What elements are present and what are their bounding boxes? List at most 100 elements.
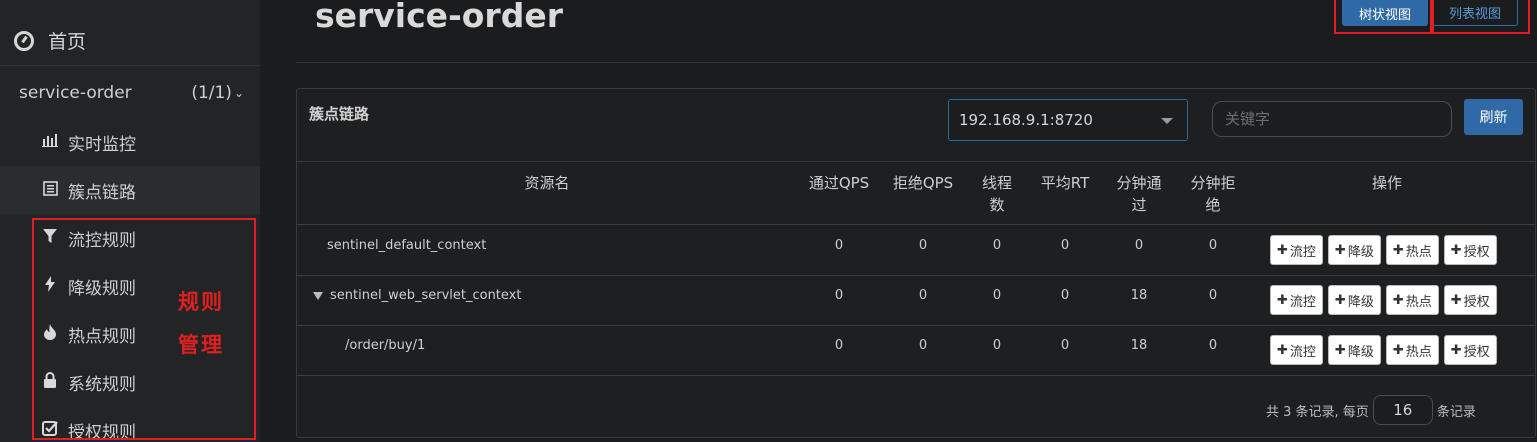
row-operations: ✚ 流控 ✚ 降级 ✚ 热点 ✚ 授权 bbox=[1270, 285, 1497, 315]
sidebar-item-realtime-monitor[interactable]: 实时监控 bbox=[0, 118, 260, 166]
plus-icon: ✚ bbox=[1450, 342, 1462, 358]
block-qps: 0 bbox=[918, 338, 928, 353]
pager-suffix: 条记录 bbox=[1436, 404, 1476, 420]
minute-block: 0 bbox=[1208, 338, 1218, 353]
minute-pass: 18 bbox=[1130, 288, 1148, 303]
col-operations: 操作 bbox=[1371, 174, 1402, 192]
op-label: 流控 bbox=[1289, 244, 1316, 260]
op-label: 降级 bbox=[1347, 244, 1374, 260]
add-hotspot-rule-button[interactable]: ✚ 热点 bbox=[1385, 335, 1439, 365]
refresh-button[interactable]: 刷新 bbox=[1464, 99, 1523, 135]
plus-icon: ✚ bbox=[1450, 292, 1462, 308]
minute-block: 0 bbox=[1208, 238, 1218, 253]
add-degrade-rule-button[interactable]: ✚ 降级 bbox=[1327, 335, 1381, 365]
minute-block: 0 bbox=[1208, 288, 1218, 303]
sidebar: 首页 service-order (1/1) ⌄ 实时监控 簇点链路 流控规则 bbox=[0, 0, 260, 442]
table-row: sentinel_default_context 0 0 0 0 0 0 ✚ 流控… bbox=[297, 226, 1535, 276]
plus-icon: ✚ bbox=[1392, 242, 1404, 258]
caret-down-icon[interactable] bbox=[313, 291, 323, 300]
col-block-qps: 拒绝QPS bbox=[892, 174, 954, 192]
op-label: 降级 bbox=[1347, 294, 1374, 310]
op-label: 授权 bbox=[1463, 244, 1490, 260]
avg-rt: 0 bbox=[1060, 238, 1070, 253]
pass-qps: 0 bbox=[834, 238, 844, 253]
chevron-down-icon: ⌄ bbox=[233, 86, 244, 100]
add-flow-rule-button[interactable]: ✚ 流控 bbox=[1270, 285, 1323, 315]
sidebar-app-service-order[interactable]: service-order (1/1) ⌄ bbox=[0, 70, 260, 116]
col-minute-block: 分钟拒绝 bbox=[1190, 174, 1236, 214]
machine-select[interactable]: 192.168.9.1:8720 bbox=[948, 99, 1188, 141]
resource-name: /order/buy/1 bbox=[345, 338, 426, 353]
plus-icon: ✚ bbox=[1392, 292, 1404, 308]
op-label: 授权 bbox=[1463, 344, 1490, 360]
dashboard-icon bbox=[14, 30, 34, 51]
machine-select-value: 192.168.9.1:8720 bbox=[959, 111, 1093, 129]
plus-icon: ✚ bbox=[1450, 242, 1462, 258]
avg-rt: 0 bbox=[1060, 288, 1070, 303]
pagination: 共 3 条记录, 每页 16 条记录 bbox=[1266, 395, 1476, 425]
plus-icon: ✚ bbox=[1277, 242, 1288, 258]
keyword-search-input[interactable] bbox=[1212, 101, 1452, 137]
row-operations: ✚ 流控 ✚ 降级 ✚ 热点 ✚ 授权 bbox=[1270, 235, 1497, 265]
panel-title: 簇点链路 bbox=[309, 105, 370, 123]
add-hotspot-rule-button[interactable]: ✚ 热点 bbox=[1385, 235, 1439, 265]
add-degrade-rule-button[interactable]: ✚ 降级 bbox=[1327, 235, 1381, 265]
resource-name: sentinel_web_servlet_context bbox=[313, 288, 521, 303]
plus-icon: ✚ bbox=[1334, 342, 1346, 358]
table-row: sentinel_web_servlet_context 0 0 0 0 18 … bbox=[297, 276, 1535, 326]
block-qps: 0 bbox=[918, 238, 928, 253]
resource-name-text: sentinel_web_servlet_context bbox=[330, 288, 522, 303]
plus-icon: ✚ bbox=[1334, 292, 1346, 308]
table-header: 资源名 通过QPS 拒绝QPS 线程数 平均RT 分钟通过 分钟拒绝 操作 bbox=[297, 161, 1535, 225]
threads: 0 bbox=[992, 238, 1002, 253]
op-label: 流控 bbox=[1289, 344, 1316, 360]
pager-prefix: 共 3 条记录, 每页 bbox=[1266, 404, 1369, 420]
add-authority-rule-button[interactable]: ✚ 授权 bbox=[1443, 335, 1497, 365]
resource-name: sentinel_default_context bbox=[327, 238, 487, 253]
threads: 0 bbox=[992, 338, 1002, 353]
app-name: service-order bbox=[19, 83, 132, 103]
page-size-input[interactable]: 16 bbox=[1372, 395, 1433, 425]
col-resource-name: 资源名 bbox=[524, 174, 570, 192]
sidebar-item-label: 簇点链路 bbox=[68, 182, 136, 203]
page-title: service-order bbox=[315, 0, 563, 35]
plus-icon: ✚ bbox=[1277, 342, 1288, 358]
sidebar-item-label: 实时监控 bbox=[68, 134, 136, 155]
add-authority-rule-button[interactable]: ✚ 授权 bbox=[1443, 235, 1497, 265]
table-row: /order/buy/1 0 0 0 0 18 0 ✚ 流控 ✚ 降级 ✚ 热点 ✚ 授… bbox=[297, 326, 1535, 376]
list-icon bbox=[40, 180, 60, 200]
row-operations: ✚ 流控 ✚ 降级 ✚ 热点 ✚ 授权 bbox=[1270, 335, 1497, 365]
cluster-point-panel: 簇点链路 192.168.9.1:8720 刷新 资源名 通过QPS 拒绝QPS… bbox=[296, 88, 1536, 438]
app-instance-count: (1/1) bbox=[191, 83, 232, 103]
add-flow-rule-button[interactable]: ✚ 流控 bbox=[1270, 235, 1323, 265]
title-divider bbox=[296, 62, 1537, 63]
pass-qps: 0 bbox=[834, 288, 844, 303]
tree-view-highlight-box bbox=[1334, 0, 1432, 34]
add-flow-rule-button[interactable]: ✚ 流控 bbox=[1270, 335, 1323, 365]
col-pass-qps: 通过QPS bbox=[808, 174, 870, 192]
plus-icon: ✚ bbox=[1277, 292, 1288, 308]
op-label: 降级 bbox=[1347, 344, 1374, 360]
sidebar-home[interactable]: 首页 bbox=[0, 16, 260, 66]
sidebar-item-cluster-point-link[interactable]: 簇点链路 bbox=[0, 166, 260, 214]
minute-pass: 18 bbox=[1130, 338, 1148, 353]
plus-icon: ✚ bbox=[1392, 342, 1404, 358]
add-authority-rule-button[interactable]: ✚ 授权 bbox=[1443, 285, 1497, 315]
add-hotspot-rule-button[interactable]: ✚ 热点 bbox=[1385, 285, 1439, 315]
op-label: 热点 bbox=[1405, 294, 1432, 310]
col-minute-pass: 分钟通过 bbox=[1116, 174, 1162, 214]
caret-down-icon bbox=[1161, 118, 1173, 124]
col-avg-rt: 平均RT bbox=[1040, 174, 1090, 192]
op-label: 授权 bbox=[1463, 294, 1490, 310]
op-label: 热点 bbox=[1405, 344, 1432, 360]
block-qps: 0 bbox=[918, 288, 928, 303]
bar-chart-icon bbox=[40, 133, 60, 151]
rules-annotation-line2: 管理 bbox=[178, 333, 224, 357]
col-threads: 线程数 bbox=[981, 174, 1012, 214]
add-degrade-rule-button[interactable]: ✚ 降级 bbox=[1327, 285, 1381, 315]
plus-icon: ✚ bbox=[1334, 242, 1346, 258]
sidebar-home-label: 首页 bbox=[48, 31, 87, 53]
app-root: 首页 service-order (1/1) ⌄ 实时监控 簇点链路 流控规则 bbox=[0, 0, 1537, 442]
op-label: 流控 bbox=[1289, 294, 1316, 310]
avg-rt: 0 bbox=[1060, 338, 1070, 353]
